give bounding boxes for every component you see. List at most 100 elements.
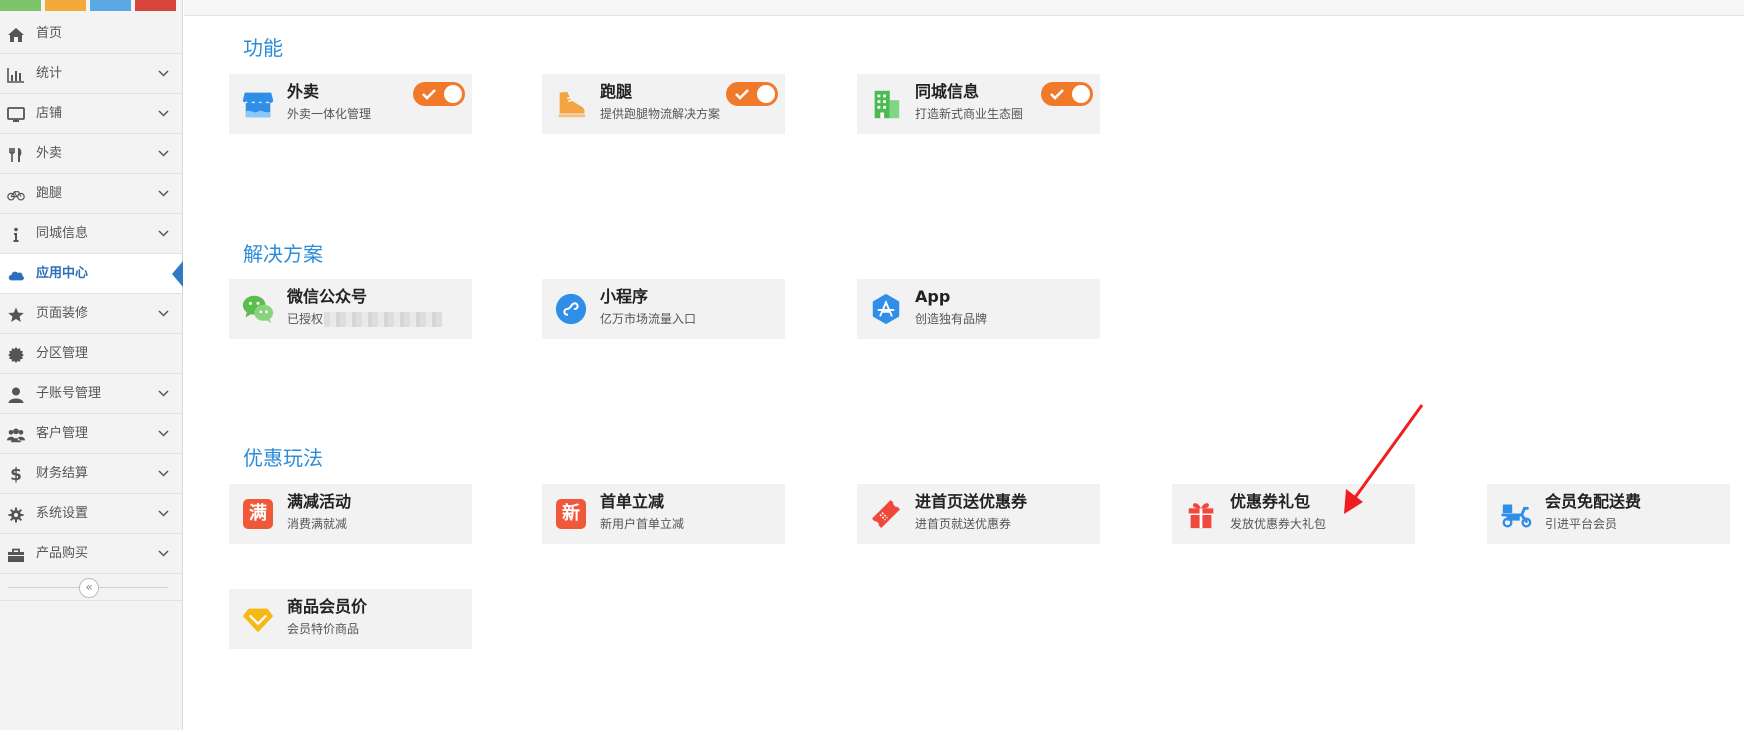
app-store-icon [868, 291, 904, 327]
card-title: App [915, 287, 951, 306]
sidebar-item-purchase[interactable]: 产品购买 [0, 534, 182, 574]
section-title-promotions: 优惠玩法 [243, 446, 323, 470]
sidebar-item-label: 产品购买 [36, 546, 89, 561]
sidebar-item-label: 财务结算 [36, 466, 89, 481]
app-card-app[interactable]: App 创造独有品牌 [857, 279, 1100, 339]
app-card-takeout[interactable]: 外卖 外卖一体化管理 [229, 74, 472, 134]
shortcut-blue-button[interactable] [90, 0, 131, 11]
app-card-wechat-official[interactable]: 微信公众号 已授权 [229, 279, 472, 339]
chevron-down-icon [158, 310, 169, 317]
toggle-knob [1072, 85, 1090, 103]
sidebar-item-settings[interactable]: 系统设置 [0, 494, 182, 534]
sidebar-item-city-info[interactable]: 同城信息 [0, 214, 182, 254]
app-card-city-info[interactable]: 同城信息 打造新式商业生态圈 [857, 74, 1100, 134]
sidebar-collapse-button[interactable]: « [79, 578, 99, 598]
active-indicator [172, 261, 183, 287]
enable-toggle[interactable] [726, 82, 778, 106]
coupon-ticket-icon [868, 496, 904, 532]
shortcut-green-button[interactable] [0, 0, 41, 11]
scooter-icon [1498, 496, 1534, 532]
sidebar-item-subaccount[interactable]: 子账号管理 [0, 374, 182, 414]
card-subtitle: 打造新式商业生态圈 [915, 107, 1024, 121]
shortcut-red-button[interactable] [135, 0, 176, 11]
app-card-errand[interactable]: 跑腿 提供跑腿物流解决方案 [542, 74, 785, 134]
sidebar-item-stats[interactable]: 统计 [0, 54, 182, 94]
sidebar-item-page-decor[interactable]: 页面装修 [0, 294, 182, 334]
dollar-icon: $ [10, 464, 22, 485]
chevron-down-icon [158, 70, 169, 77]
sidebar-item-takeout[interactable]: 外卖 [0, 134, 182, 174]
fork-knife-icon [5, 146, 27, 163]
chevron-down-icon [158, 190, 169, 197]
enable-toggle[interactable] [413, 82, 465, 106]
home-icon [5, 26, 27, 43]
main-content: 功能 外卖 外卖一体化管理 跑腿 提供跑腿物流解决方案 同城信息 打造新式商业生… [184, 0, 1744, 730]
card-subtitle: 外卖一体化管理 [287, 107, 372, 121]
sidebar-item-finance[interactable]: $ 财务结算 [0, 454, 182, 494]
card-subtitle: 消费满就减 [287, 517, 348, 531]
users-icon [5, 426, 27, 443]
card-subtitle: 引进平台会员 [1545, 517, 1618, 531]
full-reduction-icon: 满 [240, 496, 276, 532]
chevron-down-icon [158, 110, 169, 117]
card-title: 首单立减 [600, 492, 665, 511]
cloud-icon [5, 266, 27, 283]
sidebar-item-label: 客户管理 [36, 426, 89, 441]
card-title: 优惠券礼包 [1230, 492, 1311, 511]
card-subtitle: 进首页就送优惠券 [915, 517, 1012, 531]
app-card-first-order[interactable]: 新 首单立减 新用户首单立减 [542, 484, 785, 544]
card-title: 进首页送优惠券 [915, 492, 1028, 511]
section-title-solutions: 解决方案 [243, 242, 323, 266]
card-title: 外卖 [287, 82, 320, 101]
redacted-text [324, 312, 442, 327]
app-card-member-free-delivery[interactable]: 会员免配送费 引进平台会员 [1487, 484, 1730, 544]
chevron-down-icon [158, 150, 169, 157]
sidebar-item-label: 子账号管理 [36, 386, 102, 401]
chevron-down-icon [158, 510, 169, 517]
sidebar-item-customer[interactable]: 客户管理 [0, 414, 182, 454]
info-icon [5, 226, 27, 243]
sidebar-item-app-center[interactable]: 应用中心 [0, 254, 183, 294]
card-title: 满减活动 [287, 492, 352, 511]
card-subtitle: 发放优惠券大礼包 [1230, 517, 1327, 531]
diamond-icon [240, 601, 276, 637]
sidebar-item-label: 系统设置 [36, 506, 89, 521]
top-bar [184, 0, 1744, 16]
app-card-coupon-gift[interactable]: 优惠券礼包 发放优惠券大礼包 [1172, 484, 1415, 544]
top-shortcuts [0, 0, 183, 11]
card-title: 商品会员价 [287, 597, 368, 616]
sidebar-collapse-row: « [0, 575, 182, 601]
chevron-down-icon [158, 390, 169, 397]
card-subtitle: 提供跑腿物流解决方案 [600, 107, 721, 121]
app-card-home-coupon[interactable]: 进首页送优惠券 进首页就送优惠券 [857, 484, 1100, 544]
card-title: 微信公众号 [287, 287, 368, 306]
sidebar-item-label: 首页 [36, 26, 63, 41]
card-subtitle: 新用户首单立减 [600, 517, 685, 531]
sidebar-item-label: 应用中心 [36, 266, 89, 281]
sidebar-item-home[interactable]: 首页 [0, 14, 182, 54]
bar-chart-icon [5, 66, 27, 83]
sidebar-item-label: 跑腿 [36, 186, 63, 201]
enable-toggle[interactable] [1041, 82, 1093, 106]
sidebar-item-errand[interactable]: 跑腿 [0, 174, 182, 214]
sidebar-item-zone[interactable]: 分区管理 [0, 334, 182, 374]
app-card-full-reduction[interactable]: 满 满减活动 消费满就减 [229, 484, 472, 544]
shoe-icon [553, 86, 589, 122]
full-reduction-glyph: 满 [243, 499, 273, 529]
bicycle-icon [5, 186, 27, 203]
check-icon [422, 89, 436, 100]
card-subtitle: 会员特价商品 [287, 622, 360, 636]
sidebar-item-store[interactable]: 店铺 [0, 94, 182, 134]
sidebar-item-label: 页面装修 [36, 306, 89, 321]
monitor-icon [5, 106, 27, 123]
card-title: 小程序 [600, 287, 649, 306]
app-card-mini-program[interactable]: 小程序 亿万市场流量入口 [542, 279, 785, 339]
app-card-member-price[interactable]: 商品会员价 会员特价商品 [229, 589, 472, 649]
wechat-icon [240, 291, 276, 327]
toggle-knob [444, 85, 462, 103]
card-title: 同城信息 [915, 82, 980, 101]
shortcut-orange-button[interactable] [45, 0, 86, 11]
toggle-knob [757, 85, 775, 103]
new-user-icon: 新 [553, 496, 589, 532]
chevron-down-icon [158, 430, 169, 437]
